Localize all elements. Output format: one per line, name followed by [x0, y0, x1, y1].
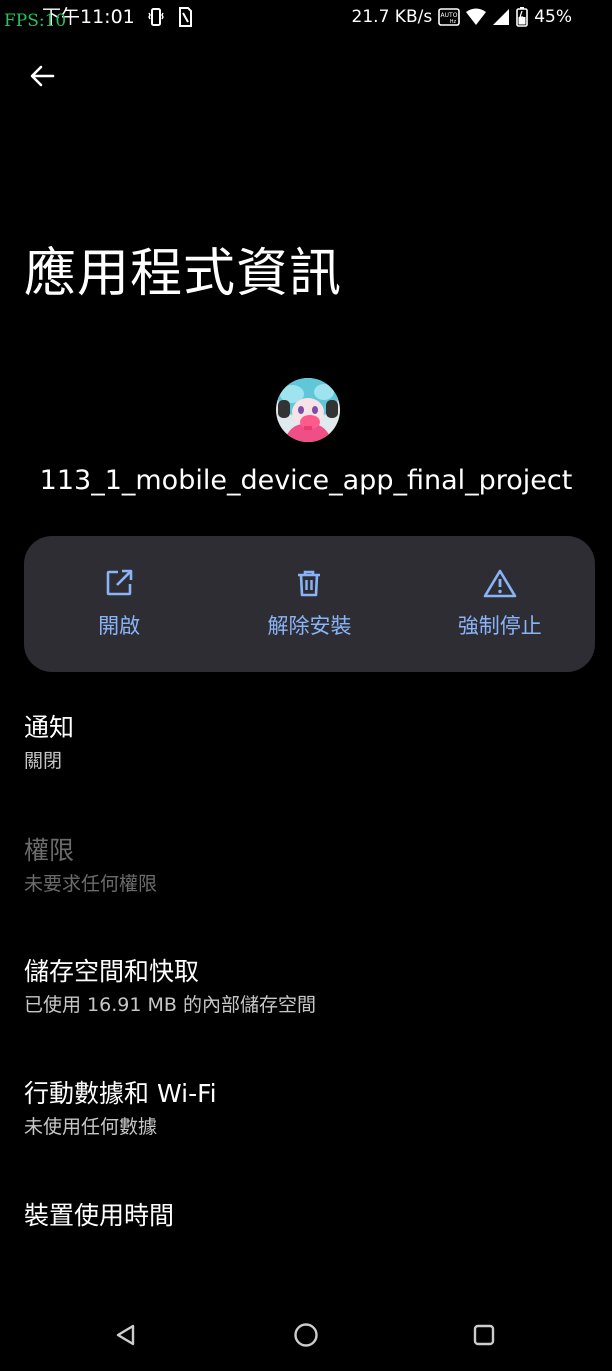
status-left-icons: [148, 7, 192, 31]
recents-square-icon: [473, 1324, 495, 1346]
open-button[interactable]: 開啟: [24, 536, 214, 672]
uninstall-label: 解除安裝: [267, 614, 352, 638]
setting-subtitle: 關閉: [24, 750, 63, 772]
setting-title: 行動數據和 Wi-Fi: [24, 1079, 217, 1108]
force-stop-button[interactable]: 強制停止: [405, 536, 595, 672]
net-speed: 21.7 KB/s: [351, 7, 433, 27]
wifi-icon: [466, 8, 487, 26]
page-title: 應用程式資訊: [24, 244, 343, 304]
open-label: 開啟: [98, 614, 141, 638]
setting-title: 儲存空間和快取: [24, 957, 200, 986]
auto-hz-icon: AUTO Hz: [438, 8, 461, 26]
battery-percent: 45%: [534, 7, 572, 27]
battery-icon: [516, 7, 529, 27]
action-card: 開啟 解除安裝 強制停止: [24, 536, 595, 672]
nav-home-button[interactable]: [284, 1313, 328, 1357]
setting-title: 權限: [24, 836, 75, 865]
svg-text:Hz: Hz: [450, 19, 457, 25]
setting-title: 裝置使用時間: [24, 1201, 175, 1230]
app-icon: [276, 378, 340, 442]
setting-storage-cache[interactable]: 儲存空間和快取 已使用 16.91 MB 的內部儲存空間: [24, 955, 588, 1019]
setting-notifications[interactable]: 通知 關閉: [24, 711, 588, 775]
back-button[interactable]: [24, 58, 60, 94]
app-name: 113_1_mobile_device_app_final_project: [39, 465, 573, 496]
status-right: 21.7 KB/s AUTO Hz 45%: [352, 6, 572, 28]
warning-icon: [483, 569, 517, 598]
force-stop-label: 強制停止: [457, 614, 542, 638]
trash-icon: [298, 570, 321, 597]
setting-subtitle: 已使用 16.91 MB 的內部儲存空間: [24, 994, 316, 1016]
arrow-left-icon: [30, 65, 55, 87]
setting-title: 通知: [24, 713, 75, 742]
uninstall-button[interactable]: 解除安裝: [214, 536, 404, 672]
status-bar: 下午11:01 FPS:10 21.7 KB/s AUTO Hz 45%: [0, 0, 612, 36]
fps-counter: FPS:10: [4, 11, 67, 31]
setting-permissions[interactable]: 權限 未要求任何權限: [24, 834, 588, 898]
svg-text:AUTO: AUTO: [441, 12, 458, 19]
setting-subtitle: 未使用任何數據: [24, 1116, 158, 1138]
open-external-icon: [106, 569, 133, 596]
nav-recents-button[interactable]: [462, 1313, 506, 1357]
sim-card-icon: [178, 7, 192, 31]
setting-screen-time[interactable]: 裝置使用時間: [24, 1199, 588, 1233]
nav-bar: [0, 1299, 612, 1371]
home-circle-icon: [294, 1323, 318, 1347]
vibrate-icon: [148, 7, 164, 31]
cell-signal-icon: [492, 8, 510, 26]
setting-subtitle: 未要求任何權限: [24, 873, 158, 895]
back-triangle-icon: [116, 1324, 135, 1346]
nav-back-button[interactable]: [104, 1313, 148, 1357]
setting-mobile-data-wifi[interactable]: 行動數據和 Wi-Fi 未使用任何數據: [24, 1077, 588, 1141]
